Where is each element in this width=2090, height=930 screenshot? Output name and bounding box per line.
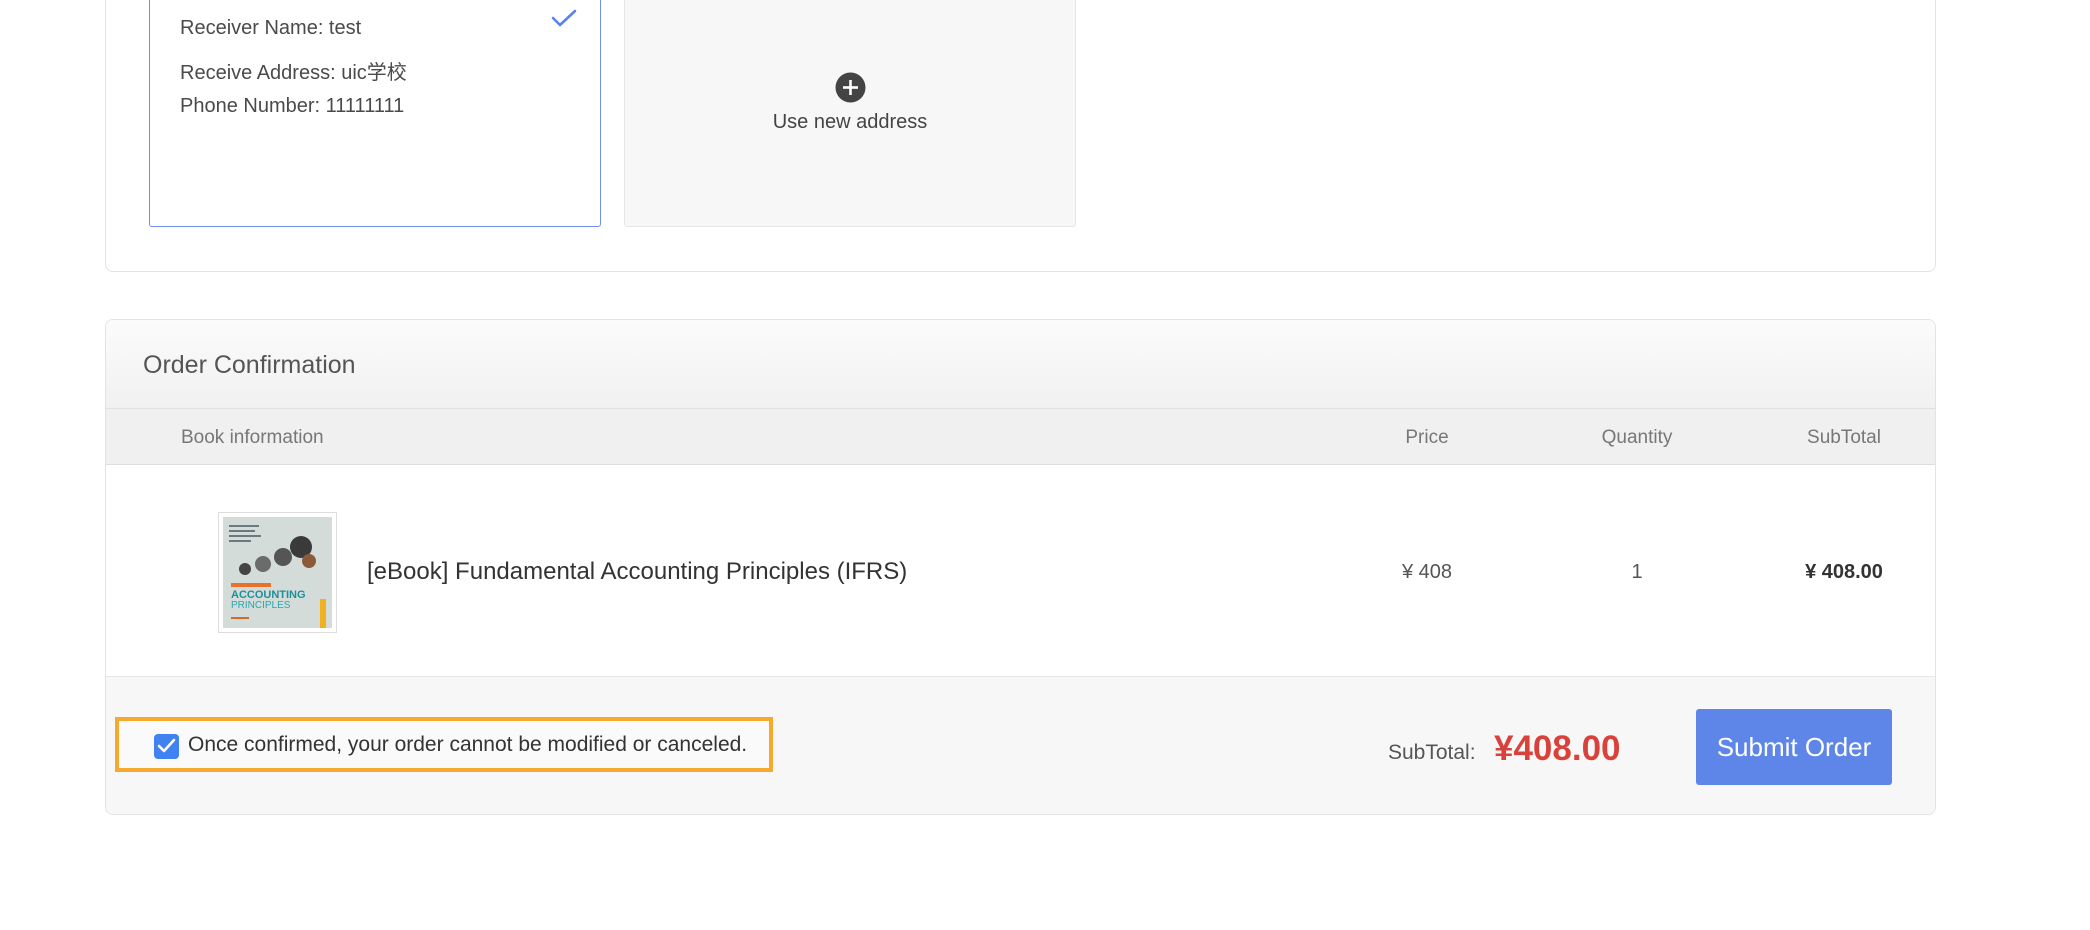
book-cover-art: ACCOUNTING PRINCIPLES <box>223 517 332 628</box>
order-title: Order Confirmation <box>143 351 356 379</box>
book-title-link[interactable]: [eBook] Fundamental Accounting Principle… <box>367 558 907 586</box>
order-footer: Once confirmed, your order cannot be mod… <box>106 676 1935 814</box>
column-book-information: Book information <box>181 427 324 448</box>
order-confirmation-panel: Order Confirmation Book information Pric… <box>105 319 1936 815</box>
add-circle-icon <box>835 72 866 103</box>
column-subtotal: SubTotal <box>1807 427 1881 448</box>
phone-number: Phone Number: 11111111 <box>180 95 405 117</box>
footer-subtotal-label: SubTotal: <box>1388 741 1476 764</box>
column-price: Price <box>1405 427 1449 448</box>
order-header: Order Confirmation <box>106 320 1935 409</box>
cover-title-line2: PRINCIPLES <box>231 600 291 611</box>
confirm-notice-box: Once confirmed, your order cannot be mod… <box>115 717 773 772</box>
confirm-checkbox-label[interactable]: Once confirmed, your order cannot be mod… <box>188 733 747 757</box>
item-quantity: 1 <box>1631 561 1643 583</box>
receive-address: Receive Address: uic学校 <box>180 62 407 84</box>
table-row: ACCOUNTING PRINCIPLES [eBook] Fundamenta… <box>106 465 1935 676</box>
cover-illustration: ACCOUNTING PRINCIPLES <box>223 517 332 628</box>
checkbox-check-icon <box>157 738 176 753</box>
confirm-checkbox[interactable] <box>154 734 179 759</box>
use-new-address-label: Use new address <box>772 111 928 133</box>
book-cover-image[interactable]: ACCOUNTING PRINCIPLES <box>218 512 337 633</box>
item-subtotal: ¥ 408.00 <box>1805 561 1883 583</box>
use-new-address-button[interactable]: Use new address <box>624 0 1076 227</box>
table-header: Book information Price Quantity SubTotal <box>106 409 1935 465</box>
check-icon <box>551 9 577 27</box>
footer-subtotal-value: ¥408.00 <box>1494 729 1621 768</box>
submit-order-button[interactable]: Submit Order <box>1696 709 1892 785</box>
item-price: ¥ 408 <box>1401 561 1453 583</box>
receiver-name: Receiver Name: test <box>180 17 362 39</box>
column-quantity: Quantity <box>1601 427 1673 448</box>
address-card-selected[interactable]: Receiver Name: test Receive Address: uic… <box>149 0 601 227</box>
